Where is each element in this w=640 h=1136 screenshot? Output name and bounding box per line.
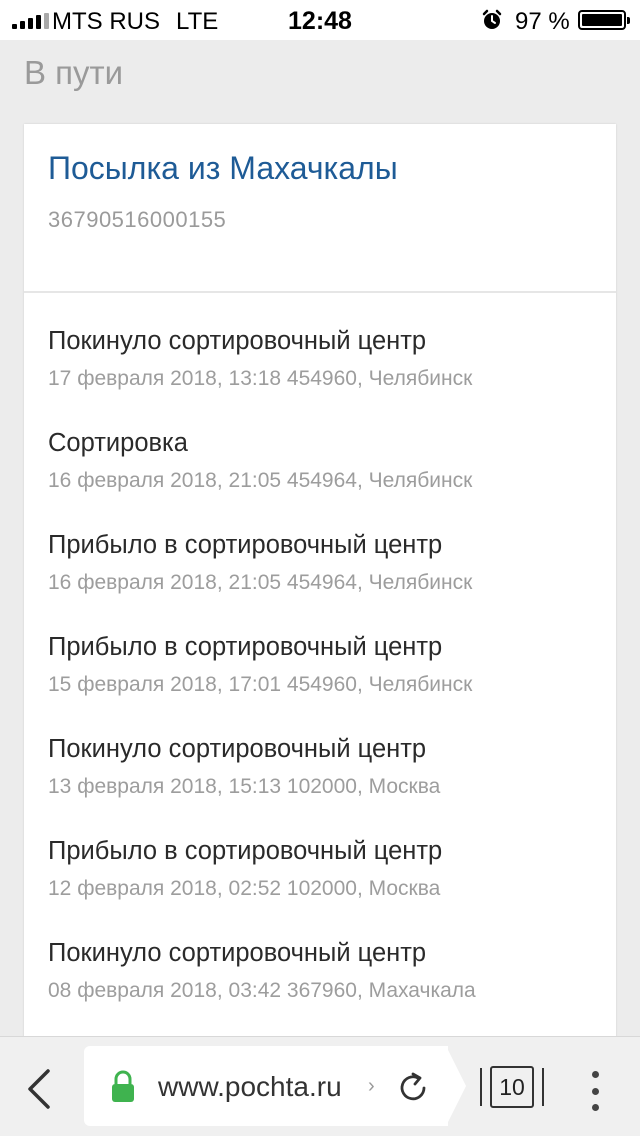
status-bar: MTS RUS LTE 12:48 97 %	[0, 0, 640, 40]
event-title: Прибыло в сортировочный центр	[48, 837, 443, 865]
tracking-events-list: Покинуло сортировочный центр 17 февраля …	[24, 293, 616, 1039]
event-meta: 13 февраля 2018, 15:13 102000, Москва	[48, 775, 441, 798]
url-text[interactable]: www.pochta.ru	[158, 1071, 342, 1103]
event-title: Покинуло сортировочный центр	[48, 939, 427, 967]
tracking-number: 36790516000155	[48, 207, 227, 232]
list-item: Прибыло в сортировочный центр 16 февраля…	[48, 529, 592, 631]
list-item: Покинуло сортировочный центр 13 февраля …	[48, 733, 592, 835]
parcel-header[interactable]: Посылка из Махачкалы 36790516000155	[24, 124, 616, 293]
alarm-icon	[482, 9, 502, 29]
event-meta: 12 февраля 2018, 02:52 102000, Москва	[48, 877, 441, 900]
list-item: Покинуло сортировочный центр 08 февраля …	[48, 937, 592, 1039]
reload-icon[interactable]	[396, 1071, 430, 1105]
event-title: Сортировка	[48, 429, 188, 457]
event-meta: 17 февраля 2018, 13:18 454960, Челябинск	[48, 367, 473, 390]
chevron-right-icon: ›	[368, 1075, 375, 1097]
list-item: Прибыло в сортировочный центр 15 февраля…	[48, 631, 592, 733]
tabs-icon	[480, 1068, 482, 1106]
event-title: Покинуло сортировочный центр	[48, 327, 427, 355]
tab-count: 10	[490, 1066, 534, 1108]
list-item: Покинуло сортировочный центр 17 февраля …	[48, 325, 592, 427]
event-meta: 16 февраля 2018, 21:05 454964, Челябинск	[48, 571, 473, 594]
more-menu-icon[interactable]	[588, 1071, 602, 1111]
battery-percent: 97 %	[515, 8, 570, 35]
parcel-title[interactable]: Посылка из Махачкалы	[48, 150, 592, 187]
lock-icon	[112, 1070, 134, 1102]
event-title: Прибыло в сортировочный центр	[48, 633, 443, 661]
event-meta: 08 февраля 2018, 03:42 367960, Махачкала	[48, 979, 476, 1002]
parcel-card: Посылка из Махачкалы 36790516000155 Поки…	[24, 124, 616, 1064]
tabs-button[interactable]: 10	[480, 1066, 544, 1108]
address-bar-arrow	[446, 1046, 466, 1126]
event-title: Прибыло в сортировочный центр	[48, 531, 443, 559]
event-meta: 16 февраля 2018, 21:05 454964, Челябинск	[48, 469, 473, 492]
event-title: Покинуло сортировочный центр	[48, 735, 427, 763]
list-item: Сортировка 16 февраля 2018, 21:05 454964…	[48, 427, 592, 529]
battery-icon	[578, 10, 630, 30]
event-meta: 15 февраля 2018, 17:01 454960, Челябинск	[48, 673, 473, 696]
browser-toolbar: www.pochta.ru › 10	[0, 1036, 640, 1136]
list-item: Прибыло в сортировочный центр 12 февраля…	[48, 835, 592, 937]
back-arrow-icon[interactable]	[22, 1067, 56, 1111]
section-title: В пути	[24, 54, 124, 91]
